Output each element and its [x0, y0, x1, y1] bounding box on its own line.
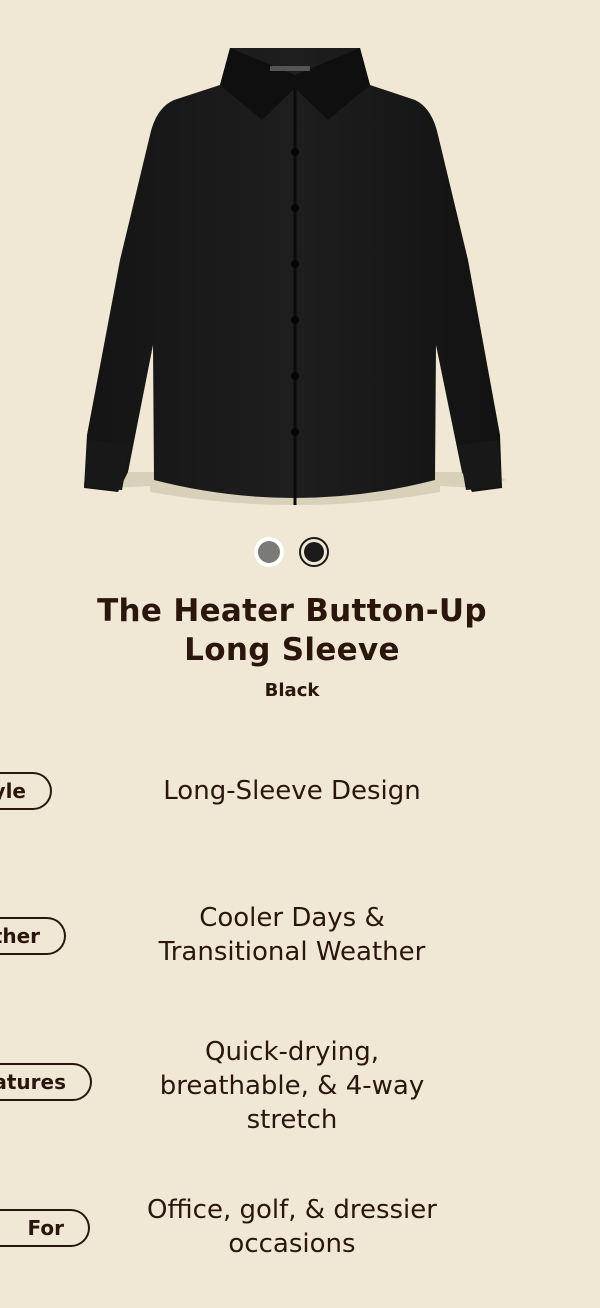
swatch-black-fill [304, 542, 324, 562]
swatch-black[interactable] [299, 537, 329, 567]
attribute-label-text: For [27, 1216, 64, 1240]
attribute-label-features: atures [0, 1063, 92, 1101]
swatch-grey-fill [258, 541, 280, 563]
attribute-label-style: yle [0, 772, 52, 810]
product-color-name: Black [264, 680, 320, 701]
attribute-label-text: atures [0, 1070, 66, 1094]
swatch-grey[interactable] [254, 537, 284, 567]
product-title: The Heater Button-Up Long Sleeve [97, 593, 487, 668]
attribute-value-style: Long-Sleeve Design [163, 776, 421, 806]
attribute-value-for: Office, golf, & dressier occasions [147, 1195, 437, 1259]
attribute-label-text: ther [0, 924, 40, 948]
attribute-label-for: For [0, 1209, 90, 1247]
attribute-value-features: Quick-drying, breathable, & 4-way stretc… [159, 1037, 425, 1135]
attribute-value-weather: Cooler Days & Transitional Weather [158, 903, 426, 967]
product-image [84, 48, 506, 505]
color-swatches [0, 537, 600, 569]
attribute-label-weather: ther [0, 917, 66, 955]
attribute-label-text: yle [0, 779, 26, 803]
